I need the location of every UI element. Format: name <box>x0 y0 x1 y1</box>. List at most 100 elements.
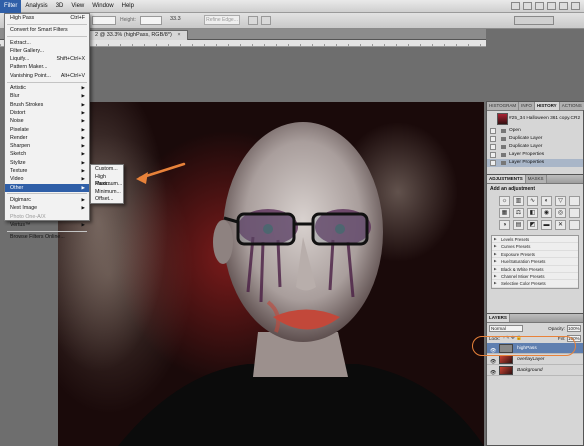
blend-mode-select[interactable]: Normal <box>489 324 523 332</box>
menu-analysis[interactable]: Analysis <box>21 0 51 13</box>
history-state[interactable]: Duplicate Layer <box>487 135 583 143</box>
menu-item-stylize[interactable]: Stylize ▶ <box>5 159 89 167</box>
menu-item-texture[interactable]: Texture ▶ <box>5 167 89 175</box>
menu-item-artistic[interactable]: Artistic ▶ <box>5 84 89 92</box>
history-brush-checkbox[interactable] <box>490 152 496 158</box>
submenu-item-minimum[interactable]: Minimum... <box>91 189 123 197</box>
history-brush-checkbox[interactable] <box>490 136 496 142</box>
menu-help[interactable]: Help <box>118 0 138 13</box>
submenu-item-custom[interactable]: Custom... <box>91 166 123 174</box>
opacity-field[interactable]: 100% <box>567 324 581 332</box>
menu-item-video[interactable]: Video ▶ <box>5 175 89 183</box>
menu-view[interactable]: View <box>67 0 88 13</box>
zoom-tool-icon[interactable] <box>547 2 556 10</box>
tab-history[interactable]: HISTORY <box>534 102 560 110</box>
history-brush-checkbox[interactable] <box>490 128 496 134</box>
tab-actions[interactable]: ACTIONS <box>559 102 584 110</box>
rotate-view-icon[interactable] <box>559 2 568 10</box>
vibrance-icon[interactable]: ▽ <box>555 196 566 206</box>
document-tab[interactable]: 2 @ 33.3% (highPass, RGB/8*) × <box>88 30 188 40</box>
menu-item-render[interactable]: Render ▶ <box>5 134 89 142</box>
gradient-map-icon[interactable]: ▬ <box>541 220 552 230</box>
height-field[interactable] <box>140 16 162 25</box>
close-icon[interactable]: × <box>177 32 180 38</box>
posterize-icon[interactable]: ▤ <box>513 220 524 230</box>
menu-item-sharpen[interactable]: Sharpen ▶ <box>5 142 89 150</box>
tab-masks[interactable]: MASKS <box>525 175 547 183</box>
menu-item-sketch[interactable]: Sketch ▶ <box>5 150 89 158</box>
menu-item-extract[interactable]: Extract... <box>5 39 89 47</box>
menu-item-filter-gallery[interactable]: Filter Gallery... <box>5 47 89 55</box>
menu-item-noise[interactable]: Noise ▶ <box>5 117 89 125</box>
preset-levels[interactable]: Levels Presets <box>492 236 578 244</box>
selective-color-icon[interactable]: ✕ <box>555 220 566 230</box>
tab-adjustments[interactable]: ADJUSTMENTS <box>487 175 526 183</box>
history-state[interactable]: Open <box>487 127 583 135</box>
preset-black-white[interactable]: Black & White Presets <box>492 266 578 273</box>
history-brush-checkbox[interactable] <box>490 160 496 166</box>
menu-item-other[interactable]: Other ▶ <box>5 183 89 192</box>
threshold-icon[interactable]: ◩ <box>527 220 538 230</box>
exposure-icon[interactable]: ◐ <box>541 196 552 206</box>
menu-separator <box>7 23 87 25</box>
menu-item-convert-smart-filters[interactable]: Convert for Smart Filters <box>5 26 89 34</box>
history-state[interactable]: Duplicate Layer <box>487 143 583 151</box>
menu-3d[interactable]: 3D <box>52 0 68 13</box>
menu-item-pattern-maker[interactable]: Pattern Maker... <box>5 63 89 71</box>
workspace-switcher[interactable] <box>514 16 554 25</box>
tab-info[interactable]: INFO <box>519 102 535 110</box>
menu-window[interactable]: Window <box>88 0 117 13</box>
curves-icon[interactable]: ∿ <box>527 196 538 206</box>
menu-item-digimarc[interactable]: Digimarc ▶ <box>5 196 89 204</box>
shortcut-label: Alt+Ctrl+V <box>60 72 85 79</box>
hand-tool-icon[interactable] <box>535 2 544 10</box>
menu-item-next-image[interactable]: Next Image ▶ <box>5 204 89 212</box>
tab-layers[interactable]: LAYERS <box>487 314 510 322</box>
menu-item-liquify[interactable]: Liquify... Shift+Ctrl+X <box>5 55 89 63</box>
bridge-icon[interactable] <box>511 2 520 10</box>
invert-icon[interactable]: ◑ <box>499 220 510 230</box>
document-image[interactable] <box>58 102 484 446</box>
submenu-item-offset[interactable]: Offset... <box>91 196 123 204</box>
menu-item-distort[interactable]: Distort ▶ <box>5 109 89 117</box>
menu-item-blur[interactable]: Blur ▶ <box>5 92 89 100</box>
submenu-item-maximum[interactable]: Maximum... <box>91 181 123 189</box>
menu-separator <box>7 81 87 83</box>
menu-item-vertus[interactable]: Vertus™ ▶ <box>5 221 89 229</box>
layer-row-background[interactable]: 👁 Background <box>487 365 583 376</box>
tab-histogram[interactable]: HISTOGRAM <box>487 102 520 110</box>
hue-saturation-icon[interactable]: ▦ <box>499 208 510 218</box>
levels-icon[interactable]: ▥ <box>513 196 524 206</box>
refine-edge-button[interactable]: Refine Edge... <box>204 15 240 25</box>
submenu-item-high-pass[interactable]: High Pass... <box>91 174 123 188</box>
history-snapshot[interactable]: #25_34 Halloween 361 copy.CR2 <box>487 111 583 127</box>
history-brush-checkbox[interactable] <box>490 144 496 150</box>
zoom-level[interactable]: 33.3 <box>170 16 181 22</box>
preset-hue-saturation[interactable]: Hue/Saturation Presets <box>492 258 578 266</box>
channel-mixer-icon[interactable]: ◎ <box>555 208 566 218</box>
snapshot-label: #25_34 Halloween 361 copy.CR2 <box>509 116 581 121</box>
color-balance-icon[interactable]: ⚖ <box>513 208 524 218</box>
mini-bridge-icon[interactable] <box>523 2 532 10</box>
visibility-eye-icon[interactable]: 👁 <box>490 368 496 379</box>
preset-curves[interactable]: Curves Presets <box>492 243 578 251</box>
brightness-contrast-icon[interactable]: ☼ <box>499 196 510 206</box>
menu-filter[interactable]: Filter <box>0 0 22 13</box>
menu-item-browse-filters-online[interactable]: Browse Filters Online... <box>5 233 89 241</box>
history-state[interactable]: Layer Properties <box>487 151 583 159</box>
menu-item-last-filter[interactable]: High Pass Ctrl+F <box>5 14 89 22</box>
preset-exposure[interactable]: Exposure Presets <box>492 251 578 259</box>
grid-icon[interactable] <box>248 16 258 25</box>
black-white-icon[interactable]: ◧ <box>527 208 538 218</box>
width-field[interactable] <box>92 16 116 25</box>
layer-name: Background <box>517 368 543 373</box>
preset-channel-mixer[interactable]: Channel Mixer Presets <box>492 273 578 281</box>
preset-selective-color[interactable]: Selective Color Presets <box>492 280 578 288</box>
arrange-documents-icon[interactable] <box>571 2 580 10</box>
menu-item-vanishing-point[interactable]: Vanishing Point... Alt+Ctrl+V <box>5 72 89 80</box>
menu-item-pixelate[interactable]: Pixelate ▶ <box>5 126 89 134</box>
layout-icon[interactable] <box>261 16 271 25</box>
menu-item-brush-strokes[interactable]: Brush Strokes ▶ <box>5 101 89 109</box>
photo-filter-icon[interactable]: ◉ <box>541 208 552 218</box>
history-state-selected[interactable]: Layer Properties <box>487 159 583 167</box>
